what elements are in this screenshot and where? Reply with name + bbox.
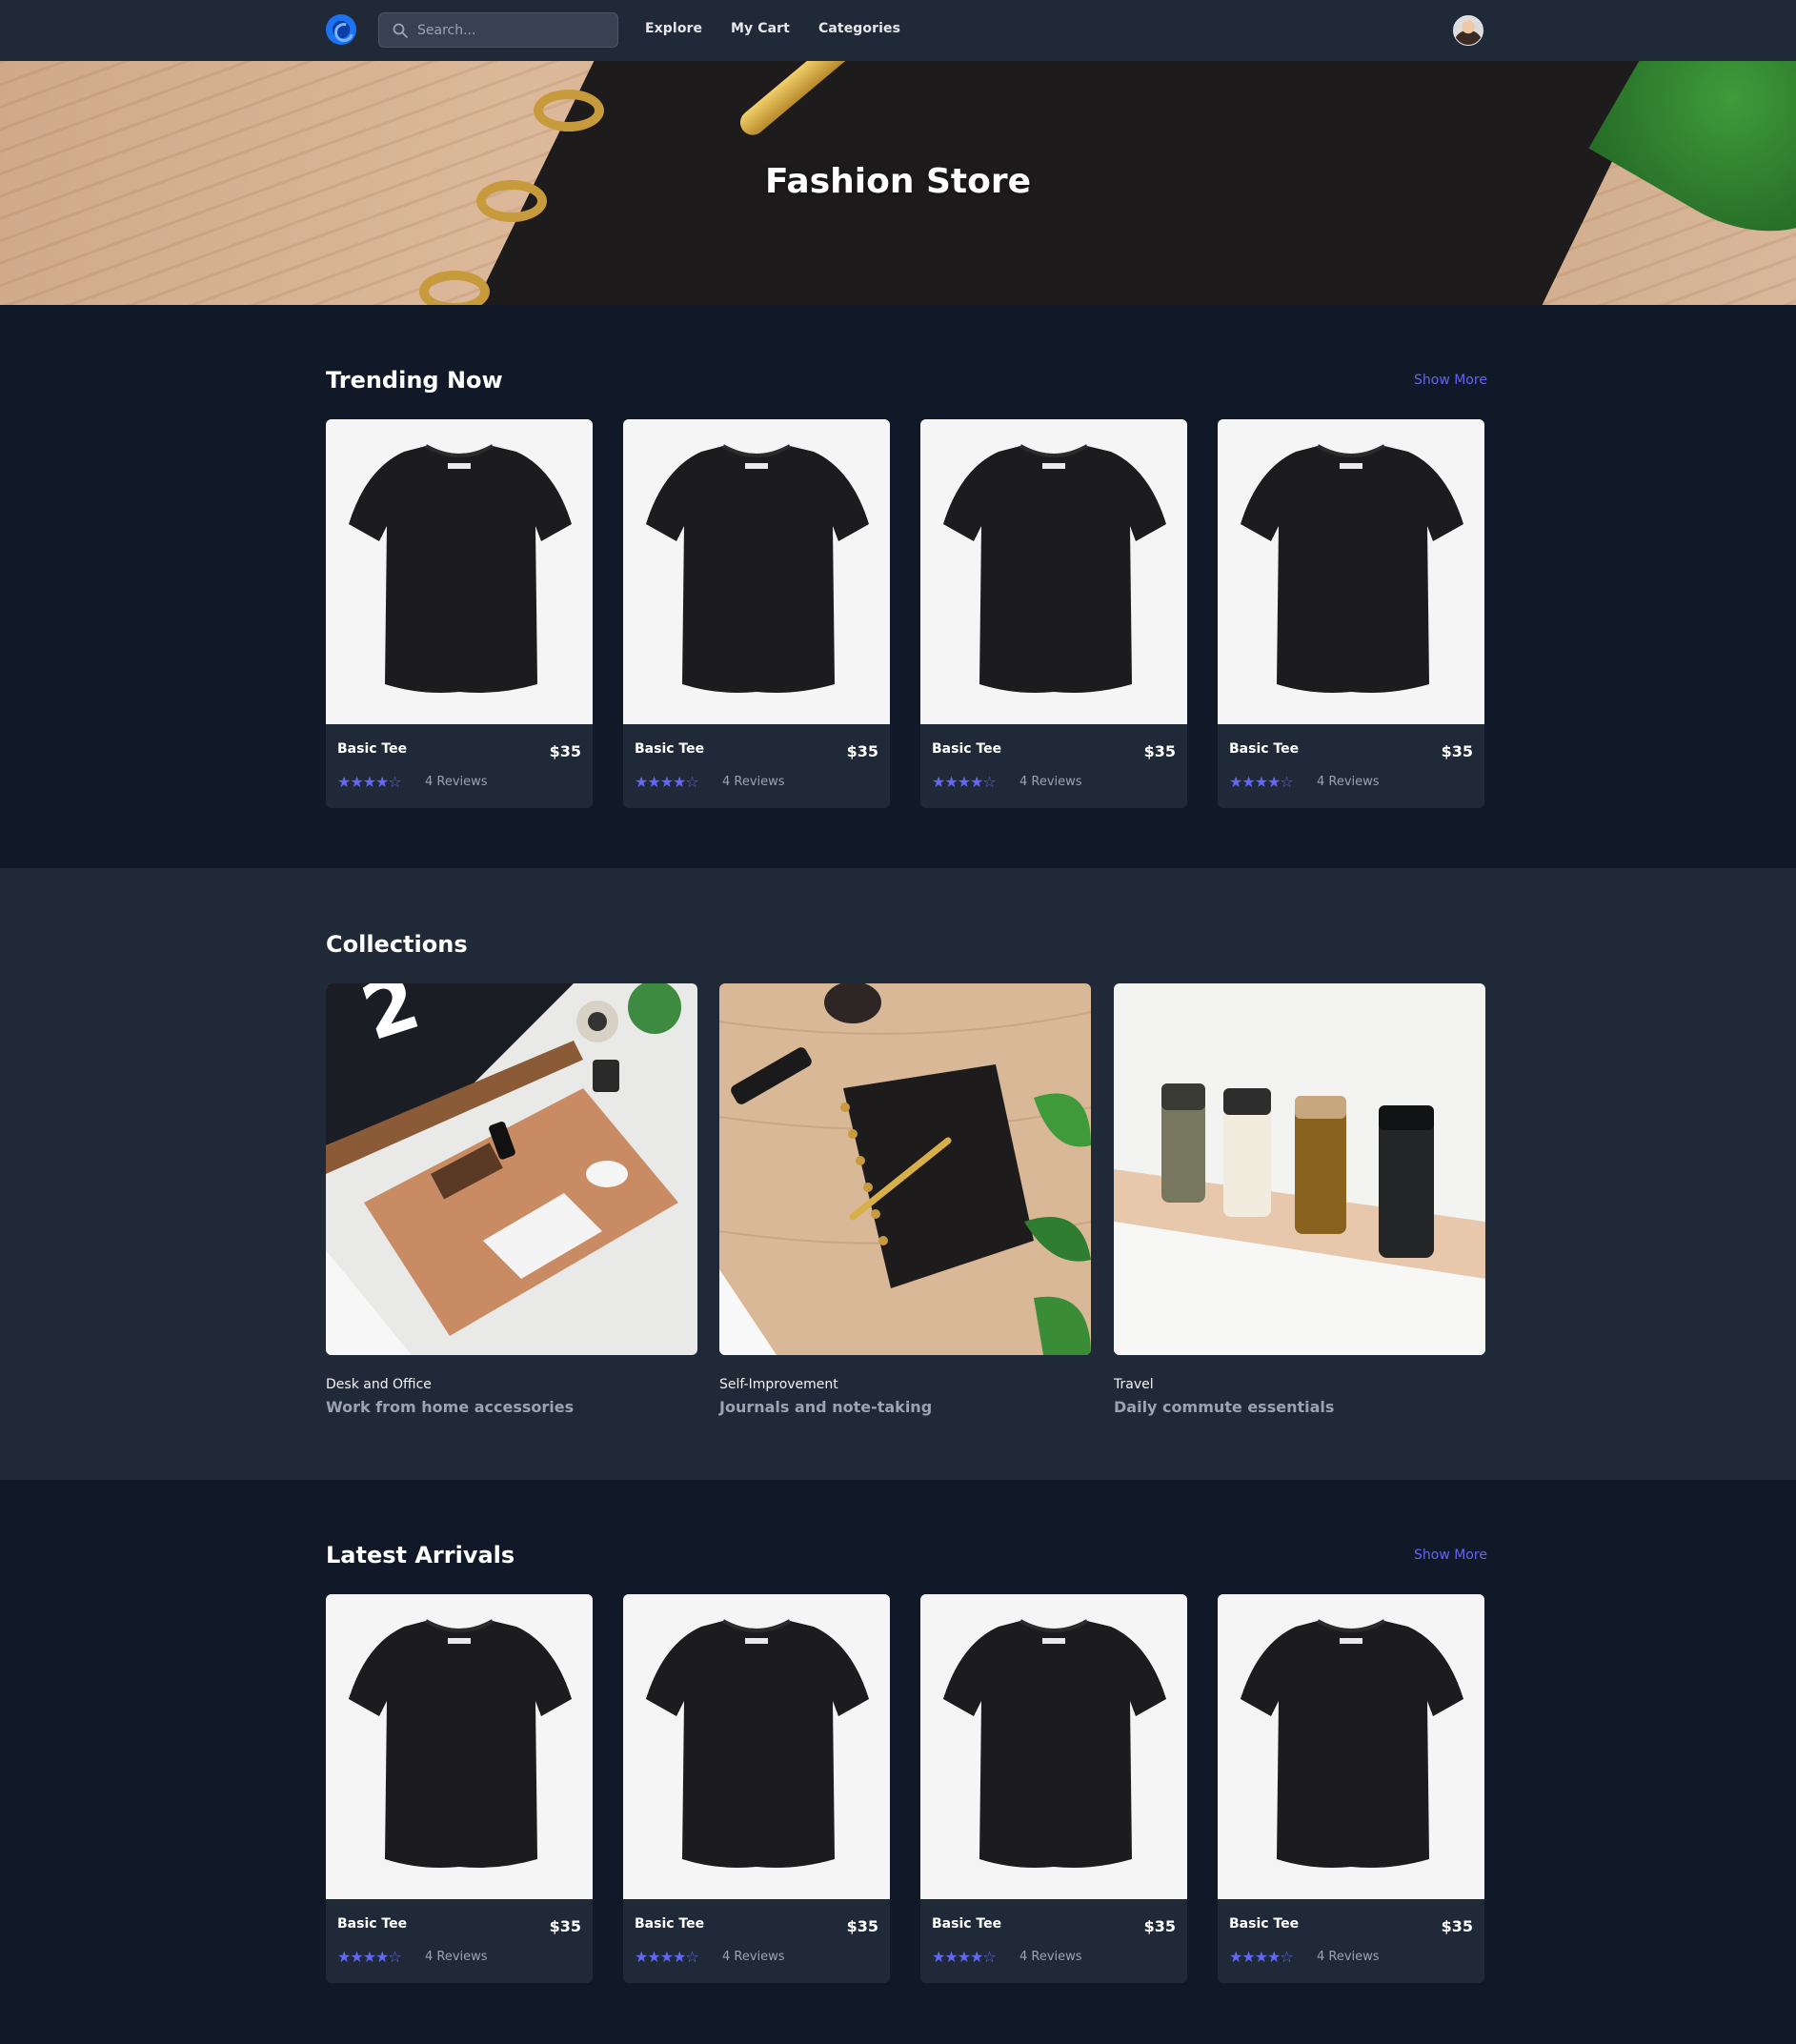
product-price: $35 xyxy=(1441,742,1473,760)
product-reviews[interactable]: 4 Reviews xyxy=(1317,1950,1380,1964)
product-name: Basic Tee xyxy=(1229,1916,1300,1932)
product-price: $35 xyxy=(846,1917,878,1935)
rating-stars-icon: ★★★★☆ xyxy=(635,1948,699,1966)
rating-stars-icon: ★★★★☆ xyxy=(337,773,402,791)
rating-stars-icon: ★★★★☆ xyxy=(932,773,997,791)
rating-stars-icon: ★★★★☆ xyxy=(337,1948,402,1966)
rating-stars-icon: ★★★★☆ xyxy=(932,1948,997,1966)
nav-link-my-cart[interactable]: My Cart xyxy=(731,21,790,36)
rating-stars-icon: ★★★★☆ xyxy=(635,773,699,791)
product-card[interactable]: Basic Tee $35 ★★★★☆ 4 Reviews xyxy=(920,419,1187,808)
collection-desk-image[interactable]: 2 xyxy=(326,983,697,1355)
rating-stars-icon: ★★★★☆ xyxy=(1229,1948,1294,1966)
rating-stars-icon: ★★★★☆ xyxy=(1229,773,1294,791)
product-card[interactable]: Basic Tee $35 ★★★★☆ 4 Reviews xyxy=(1218,419,1484,808)
collections-title: Collections xyxy=(326,931,468,958)
product-price: $35 xyxy=(1143,1917,1176,1935)
tshirt-image xyxy=(623,419,890,724)
tshirt-image xyxy=(920,1594,1187,1899)
product-card[interactable]: Basic Tee $35 ★★★★☆ 4 Reviews xyxy=(623,419,890,808)
product-price: $35 xyxy=(549,1917,581,1935)
product-name: Basic Tee xyxy=(1229,741,1300,757)
product-price: $35 xyxy=(1143,742,1176,760)
latest-show-more-link[interactable]: Show More xyxy=(1414,1548,1487,1563)
tshirt-image xyxy=(326,1594,593,1899)
product-card[interactable]: Basic Tee $35 ★★★★☆ 4 Reviews xyxy=(1218,1594,1484,1983)
top-nav: Explore My Cart Categories xyxy=(0,0,1796,61)
collection-travel-image[interactable] xyxy=(1114,983,1485,1355)
latest-title: Latest Arrivals xyxy=(326,1542,515,1568)
trending-show-more-link[interactable]: Show More xyxy=(1414,373,1487,388)
product-reviews[interactable]: 4 Reviews xyxy=(1019,1950,1082,1964)
tshirt-image xyxy=(326,419,593,724)
hero-banner: Fashion Store xyxy=(0,61,1796,305)
search-box[interactable] xyxy=(378,12,618,48)
product-price: $35 xyxy=(549,742,581,760)
product-name: Basic Tee xyxy=(932,741,1002,757)
nav-link-explore[interactable]: Explore xyxy=(645,21,702,36)
tshirt-image xyxy=(1218,419,1484,724)
product-reviews[interactable]: 4 Reviews xyxy=(425,1950,488,1964)
product-reviews[interactable]: 4 Reviews xyxy=(722,775,785,789)
tshirt-image xyxy=(1218,1594,1484,1899)
tshirt-image xyxy=(623,1594,890,1899)
avatar[interactable] xyxy=(1453,15,1483,46)
collection-title[interactable]: Daily commute essentials xyxy=(1114,1398,1334,1416)
product-name: Basic Tee xyxy=(337,741,408,757)
product-reviews[interactable]: 4 Reviews xyxy=(1019,775,1082,789)
product-price: $35 xyxy=(846,742,878,760)
trending-title: Trending Now xyxy=(326,367,503,394)
nav-link-categories[interactable]: Categories xyxy=(818,21,900,36)
product-card[interactable]: Basic Tee $35 ★★★★☆ 4 Reviews xyxy=(920,1594,1187,1983)
product-name: Basic Tee xyxy=(932,1916,1002,1932)
product-reviews[interactable]: 4 Reviews xyxy=(722,1950,785,1964)
collection-category: Travel xyxy=(1114,1377,1154,1392)
product-card[interactable]: Basic Tee $35 ★★★★☆ 4 Reviews xyxy=(326,419,593,808)
hero-title: Fashion Store xyxy=(764,162,1032,201)
product-name: Basic Tee xyxy=(635,1916,705,1932)
product-card[interactable]: Basic Tee $35 ★★★★☆ 4 Reviews xyxy=(623,1594,890,1983)
logo-icon[interactable] xyxy=(326,14,356,45)
product-card[interactable]: Basic Tee $35 ★★★★☆ 4 Reviews xyxy=(326,1594,593,1983)
collection-category: Desk and Office xyxy=(326,1377,432,1392)
product-price: $35 xyxy=(1441,1917,1473,1935)
collection-journal-image[interactable] xyxy=(719,983,1091,1355)
search-icon xyxy=(393,23,408,38)
tshirt-image xyxy=(920,419,1187,724)
product-reviews[interactable]: 4 Reviews xyxy=(1317,775,1380,789)
product-name: Basic Tee xyxy=(635,741,705,757)
collection-title[interactable]: Work from home accessories xyxy=(326,1398,574,1416)
product-reviews[interactable]: 4 Reviews xyxy=(425,775,488,789)
product-name: Basic Tee xyxy=(337,1916,408,1932)
search-input[interactable] xyxy=(417,13,608,47)
collection-category: Self-Improvement xyxy=(719,1377,838,1392)
collection-title[interactable]: Journals and note-taking xyxy=(719,1398,932,1416)
